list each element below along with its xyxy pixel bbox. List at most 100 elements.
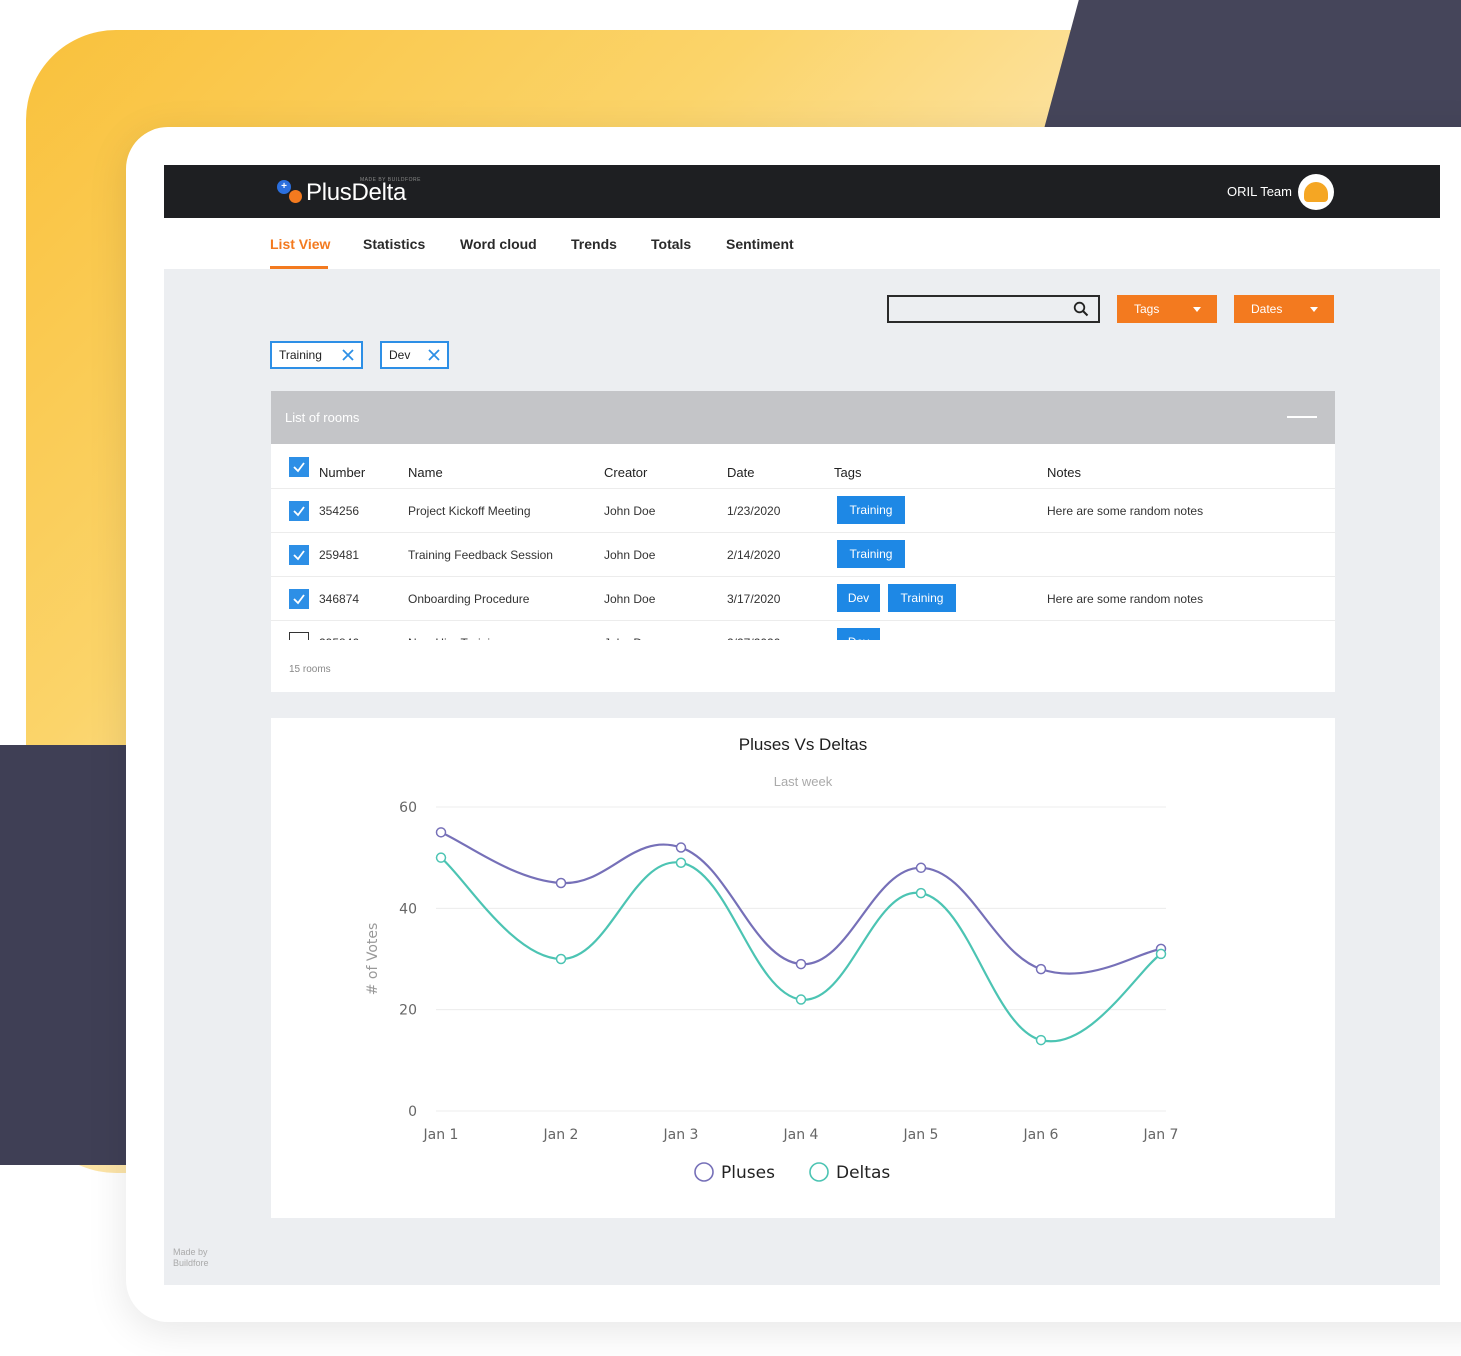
collapse-icon[interactable] [1287, 416, 1317, 418]
cell-creator: John Doe [604, 548, 656, 562]
data-point-pluses [795, 958, 807, 970]
x-tick-label: Jan 2 [543, 1127, 579, 1143]
check-icon [293, 594, 305, 605]
y-tick-label: 60 [399, 800, 417, 816]
dates-dropdown[interactable]: Dates [1234, 295, 1334, 323]
data-point-pluses [435, 827, 447, 838]
filter-chip-dev: Dev [380, 341, 449, 369]
list-scroll-clip [271, 640, 1335, 692]
avatar[interactable] [1298, 174, 1334, 210]
cell-number: 346874 [319, 592, 360, 606]
active-tab-indicator [270, 266, 328, 269]
legend-marker-pluses [694, 1162, 714, 1182]
tag-training[interactable]: Training [888, 584, 956, 612]
chevron-down-icon [1310, 307, 1318, 312]
data-point-deltas [675, 857, 687, 868]
close-icon[interactable] [341, 348, 355, 362]
row-divider [271, 576, 1335, 577]
list-header: List of rooms [271, 391, 1335, 444]
tag-training[interactable]: Training [837, 540, 905, 568]
room-count: 15 rooms [289, 664, 331, 675]
close-icon[interactable] [427, 348, 441, 362]
y-tick-label: 40 [399, 901, 417, 917]
tab-sentiment[interactable]: Sentiment [726, 236, 794, 252]
dates-dropdown-label: Dates [1251, 302, 1283, 316]
chip-label: Dev [389, 348, 411, 362]
tab-statistics[interactable]: Statistics [363, 236, 425, 252]
tags-dropdown[interactable]: Tags [1117, 295, 1217, 323]
data-point-deltas [1155, 948, 1167, 960]
background-dark-shape-top [1041, 0, 1461, 140]
row-divider [271, 532, 1335, 533]
row-checkbox[interactable] [289, 545, 309, 565]
cell-date: 2/14/2020 [727, 548, 781, 562]
x-tick-label: Jan 3 [663, 1127, 699, 1143]
logo-text: PlusDelta [306, 179, 407, 206]
select-all-checkbox[interactable] [289, 457, 309, 477]
check-icon [293, 506, 305, 517]
tab-list-view[interactable]: List View [270, 236, 330, 252]
logo[interactable]: + PlusDelta [277, 179, 406, 207]
chip-label: Training [279, 348, 322, 362]
y-tick-label: 0 [408, 1104, 417, 1120]
cell-creator: John Doe [604, 504, 656, 518]
cell-notes: Here are some random notes [1047, 504, 1204, 518]
x-tick-label: Jan 6 [1023, 1127, 1059, 1143]
filter-chip-training: Training [270, 341, 363, 369]
column-header-name[interactable]: Name [408, 465, 443, 480]
elephant-icon [1304, 182, 1328, 202]
column-header-date[interactable]: Date [727, 465, 754, 480]
logo-delta-icon [289, 189, 302, 203]
x-tick-label: Jan 7 [1143, 1127, 1179, 1143]
data-point-deltas [795, 994, 807, 1005]
search-icon[interactable] [1073, 301, 1089, 317]
series-line-deltas [440, 856, 1162, 1043]
cell-number: 354256 [319, 504, 360, 518]
search-input[interactable] [887, 295, 1100, 323]
column-header-notes[interactable]: Notes [1047, 465, 1081, 480]
cell-name[interactable]: Project Kickoff Meeting [408, 504, 531, 518]
tab-totals[interactable]: Totals [651, 236, 691, 252]
row-divider [271, 488, 1335, 489]
column-header-tags[interactable]: Tags [834, 465, 861, 480]
check-icon [293, 462, 305, 473]
y-tick-label: 20 [399, 1003, 417, 1019]
chart-panel: Pluses Vs Deltas Last week 0 20 40 60 Jan 1J… [271, 718, 1335, 1218]
data-point-pluses [1035, 963, 1047, 975]
made-by-credit: Made by Buildfore [173, 1247, 209, 1269]
cell-name[interactable]: Onboarding Procedure [408, 592, 529, 606]
series-line-pluses [440, 831, 1162, 975]
x-tick-label: Jan 4 [783, 1127, 819, 1143]
data-point-deltas [435, 852, 447, 863]
data-point-deltas [1035, 1034, 1047, 1046]
tag-dev[interactable]: Dev [837, 584, 880, 612]
tab-word-cloud[interactable]: Word cloud [460, 236, 537, 252]
top-bar: + PlusDelta MADE BY BUILDFORE ORIL Team [164, 165, 1440, 218]
data-point-deltas [915, 887, 927, 899]
team-name[interactable]: ORIL Team [1227, 184, 1292, 199]
x-tick-label: Jan 1 [423, 1127, 459, 1143]
tab-bar: List View Statistics Word cloud Trends T… [164, 218, 1440, 269]
cell-date: 3/17/2020 [727, 592, 781, 606]
credit-line-1: Made by [173, 1247, 208, 1257]
tags-dropdown-label: Tags [1134, 302, 1160, 316]
row-checkbox[interactable] [289, 589, 309, 609]
cell-notes: Here are some random notes [1047, 592, 1204, 606]
column-header-number[interactable]: Number [319, 465, 365, 480]
cell-name[interactable]: Training Feedback Session [408, 548, 553, 562]
x-tick-label: Jan 5 [903, 1127, 939, 1143]
data-point-pluses [555, 877, 567, 889]
row-checkbox[interactable] [289, 501, 309, 521]
logo-plus-icon: + [277, 180, 291, 194]
column-header-creator[interactable]: Creator [604, 465, 647, 480]
list-title: List of rooms [285, 410, 360, 425]
tag-training[interactable]: Training [837, 496, 905, 524]
tab-trends[interactable]: Trends [571, 236, 617, 252]
line-chart: 0 20 40 60 Jan 1 Jan 2 Jan 3 Jan 4 Jan 5 Jan 6 Jan… [365, 800, 1179, 1183]
data-point-pluses [675, 842, 687, 853]
rooms-list-panel: List of rooms Number Name Creator Date T… [271, 391, 1335, 692]
cell-date: 1/23/2020 [727, 504, 781, 518]
row-divider [271, 620, 1335, 621]
app-screen: + PlusDelta MADE BY BUILDFORE ORIL Team … [164, 165, 1440, 1285]
legend-label-deltas: Deltas [836, 1163, 890, 1183]
